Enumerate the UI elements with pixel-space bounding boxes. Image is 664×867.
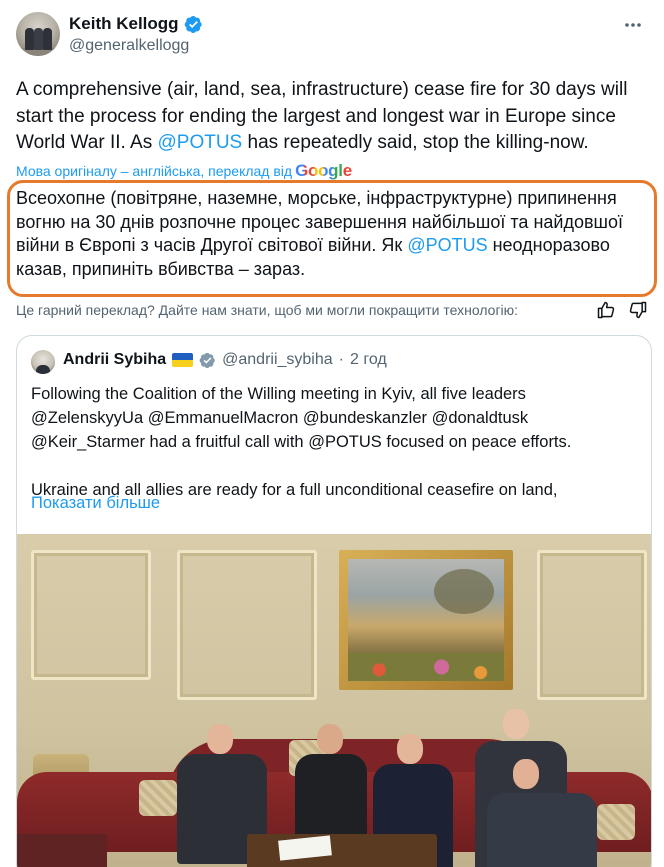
painting	[339, 550, 513, 690]
author-display-name[interactable]: Keith Kellogg	[69, 14, 179, 34]
author-name-row: Keith Kellogg	[69, 14, 203, 34]
quote-author-handle[interactable]: @andrii_sybiha	[222, 351, 333, 369]
thumb-down-icon[interactable]	[628, 300, 648, 320]
quote-header: Andrii Sybiha @andrii_sybiha · 2 год	[63, 351, 387, 369]
more-icon[interactable]	[622, 14, 644, 36]
quoted-tweet-card[interactable]: Andrii Sybiha @andrii_sybiha · 2 год Fol…	[16, 335, 652, 867]
verified-badge-icon	[199, 352, 215, 368]
translation-attribution[interactable]: Мова оригіналу – англійська, переклад ві…	[16, 161, 352, 181]
tweet-text: A comprehensive (air, land, sea, infrast…	[16, 77, 648, 157]
verified-badge-icon	[184, 15, 202, 33]
translation-source-note: Мова оригіналу – англійська, переклад ві…	[16, 163, 293, 179]
tweet-header: Keith Kellogg @generalkellogg	[16, 10, 648, 62]
translated-mention-potus[interactable]: @POTUS	[407, 235, 487, 255]
quote-text: Following the Coalition of the Willing m…	[31, 382, 641, 502]
feedback-prompt: Це гарний переклад? Дайте нам знати, щоб…	[16, 302, 519, 318]
author-avatar[interactable]	[16, 12, 60, 56]
author-handle[interactable]: @generalkellogg	[69, 37, 189, 55]
quote-separator: ·	[338, 351, 344, 368]
quote-author-name[interactable]: Andrii Sybiha	[63, 351, 166, 369]
quote-author-avatar[interactable]	[31, 350, 55, 374]
thumb-up-icon[interactable]	[596, 300, 616, 320]
google-logo: Google	[295, 161, 352, 180]
translated-text: Всеохопне (повітряне, наземне, морське, …	[16, 187, 646, 281]
ukraine-flag-icon	[172, 353, 194, 367]
quote-photo[interactable]	[17, 534, 651, 867]
quote-paragraph-1: Following the Coalition of the Willing m…	[31, 385, 572, 451]
show-more-link[interactable]: Показати більше	[31, 494, 160, 513]
tweet-mention-potus[interactable]: @POTUS	[157, 132, 242, 153]
coffee-table	[247, 834, 437, 867]
tweet-text-part2: has repeatedly said, stop the killing-no…	[242, 132, 589, 153]
quote-timestamp[interactable]: 2 год	[350, 351, 387, 369]
translation-feedback: Це гарний переклад? Дайте нам знати, щоб…	[16, 300, 648, 322]
